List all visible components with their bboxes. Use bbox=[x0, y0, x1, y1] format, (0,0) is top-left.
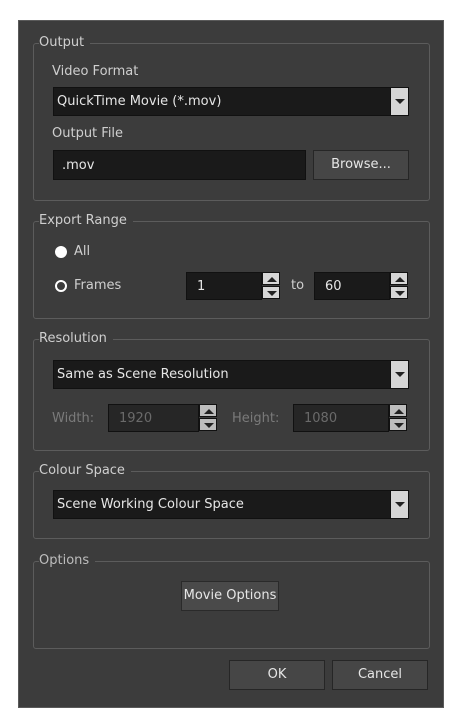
width-spinner bbox=[199, 404, 217, 432]
radio-all[interactable] bbox=[55, 246, 67, 258]
frames-from-field[interactable]: 1 bbox=[186, 272, 262, 300]
to-label: to bbox=[291, 278, 305, 293]
increment-icon[interactable] bbox=[262, 272, 280, 285]
width-field: 1920 bbox=[108, 404, 199, 432]
colour-space-group-title: Colour Space bbox=[39, 463, 131, 479]
output-file-value: .mov bbox=[62, 158, 95, 173]
colour-space-dropdown-button[interactable] bbox=[390, 491, 408, 518]
colour-space-dropdown[interactable]: Scene Working Colour Space bbox=[53, 490, 409, 519]
chevron-down-icon bbox=[395, 372, 405, 377]
output-group-title: Output bbox=[39, 35, 91, 51]
decrement-icon[interactable] bbox=[262, 286, 280, 299]
frames-from-value: 1 bbox=[197, 279, 206, 294]
video-format-dropdown-button[interactable] bbox=[390, 88, 408, 115]
resolution-dropdown-button[interactable] bbox=[390, 361, 408, 388]
video-format-value: QuickTime Movie (*.mov) bbox=[57, 94, 222, 109]
increment-icon bbox=[199, 404, 217, 417]
ok-button[interactable]: OK bbox=[229, 660, 325, 690]
width-label: Width: bbox=[52, 411, 95, 426]
video-format-dropdown[interactable]: QuickTime Movie (*.mov) bbox=[53, 87, 409, 116]
cancel-button[interactable]: Cancel bbox=[332, 660, 428, 690]
radio-frames-label: Frames bbox=[74, 278, 122, 293]
options-group-title: Options bbox=[39, 553, 96, 569]
chevron-down-icon bbox=[395, 99, 405, 104]
export-movie-dialog: Output Video Format QuickTime Movie (*.m… bbox=[18, 20, 444, 708]
resolution-value: Same as Scene Resolution bbox=[57, 367, 229, 382]
chevron-down-icon bbox=[395, 502, 405, 507]
output-group: Output Video Format QuickTime Movie (*.m… bbox=[33, 35, 430, 201]
increment-icon[interactable] bbox=[390, 272, 408, 285]
output-file-label: Output File bbox=[52, 126, 124, 141]
video-format-label: Video Format bbox=[52, 64, 139, 79]
width-value: 1920 bbox=[119, 411, 153, 426]
export-range-group-title: Export Range bbox=[39, 213, 133, 229]
resolution-group-title: Resolution bbox=[39, 331, 113, 347]
height-value: 1080 bbox=[304, 411, 338, 426]
radio-all-label: All bbox=[74, 244, 91, 259]
frames-to-field[interactable]: 60 bbox=[314, 272, 390, 300]
colour-space-group: Colour Space Scene Working Colour Space bbox=[33, 463, 430, 539]
export-range-group: Export Range All Frames 1 to 60 bbox=[33, 213, 430, 319]
decrement-icon bbox=[199, 418, 217, 431]
height-label: Height: bbox=[232, 411, 280, 426]
options-group: Options Movie Options bbox=[33, 553, 430, 649]
browse-button[interactable]: Browse... bbox=[313, 150, 409, 180]
resolution-dropdown[interactable]: Same as Scene Resolution bbox=[53, 360, 409, 389]
colour-space-value: Scene Working Colour Space bbox=[57, 497, 244, 512]
frames-to-value: 60 bbox=[325, 279, 342, 294]
resolution-group: Resolution Same as Scene Resolution Widt… bbox=[33, 331, 430, 451]
height-field: 1080 bbox=[293, 404, 389, 432]
increment-icon bbox=[389, 404, 407, 417]
radio-frames[interactable] bbox=[55, 280, 67, 292]
decrement-icon[interactable] bbox=[390, 286, 408, 299]
frames-to-spinner[interactable] bbox=[390, 272, 408, 300]
height-spinner bbox=[389, 404, 407, 432]
frames-from-spinner[interactable] bbox=[262, 272, 280, 300]
movie-options-button[interactable]: Movie Options bbox=[181, 581, 279, 611]
output-file-field[interactable]: .mov bbox=[53, 150, 306, 180]
decrement-icon bbox=[389, 418, 407, 431]
